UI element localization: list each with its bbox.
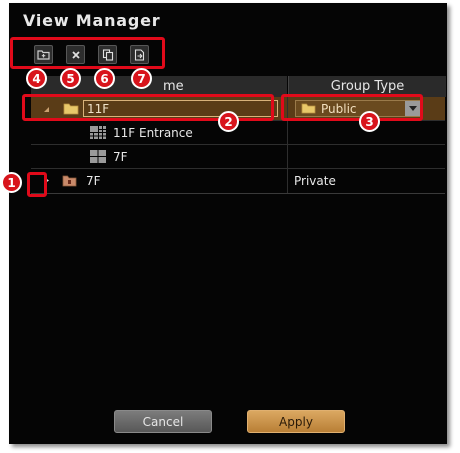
row-group-type: Private [294,174,336,188]
row-name: 7F [113,150,128,164]
callout-box-expander [27,172,47,197]
callout-box-group-type [281,94,423,121]
callout-7: 7 [131,68,152,89]
callout-2: 2 [218,111,239,132]
cancel-button[interactable]: Cancel [114,410,212,433]
dialog-title: View Manager [23,11,161,30]
callout-4: 4 [26,68,47,89]
table-row-7f-view[interactable]: 7F [31,145,445,169]
apply-button[interactable]: Apply [247,410,345,433]
callout-5: 5 [60,68,81,89]
callout-3: 3 [359,111,380,132]
callout-1: 1 [1,172,22,193]
row-name: 11F Entrance [113,126,193,140]
table-row-7f-group[interactable]: 7F Private [31,169,445,194]
row-name: 7F [86,174,101,188]
private-folder-icon [62,175,77,187]
layout-grid-icon [90,126,106,139]
callout-6: 6 [94,68,115,89]
callout-box-toolbar [10,37,165,69]
layout-quad-icon [90,150,106,163]
